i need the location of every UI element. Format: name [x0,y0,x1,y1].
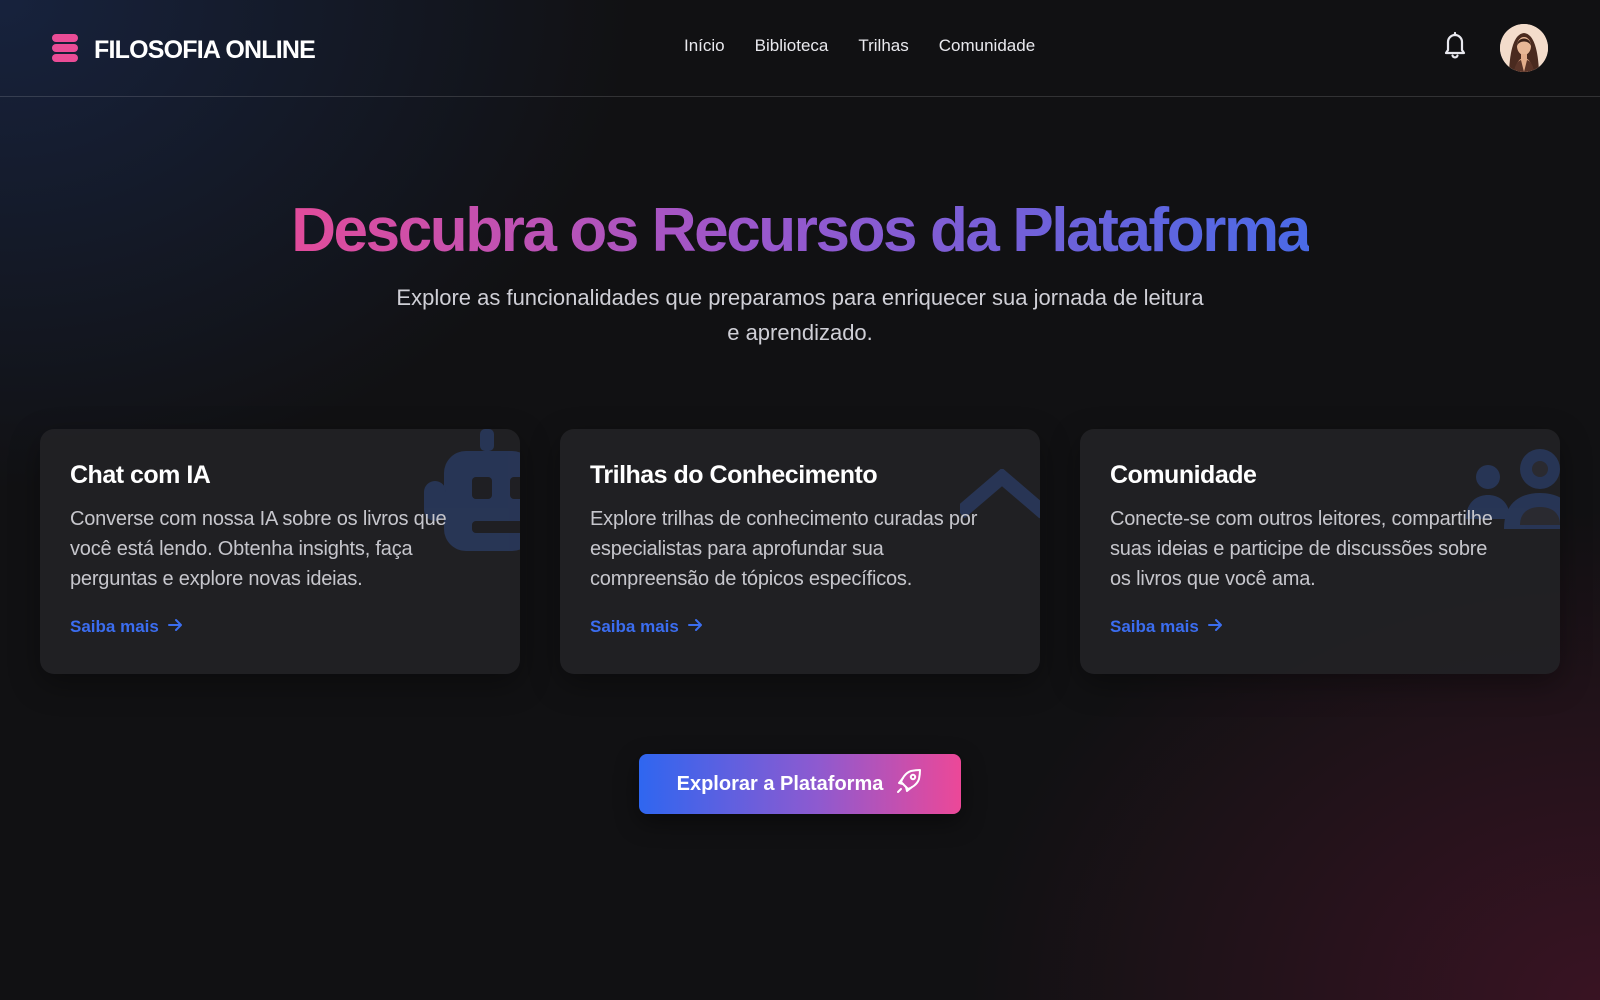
saiba-mais-label: Saiba mais [70,617,159,636]
feature-title: Chat com IA [70,461,211,489]
feature-card-comunidade: Comunidade Conecte-se com outros leitore… [1080,429,1560,674]
cta-label: Explorar a Plataforma [676,772,884,795]
feature-card-chat-ia: Chat com IA Converse com nossa IA sobre … [40,429,520,674]
hero-subtitle: Explore as funcionalidades que preparamo… [396,285,1204,345]
top-navbar: FILOSOFIA ONLINE Início Biblioteca Trilh… [0,0,1600,97]
user-avatar[interactable] [1500,24,1548,72]
nav-item-inicio[interactable]: Início [684,36,725,56]
nav-item-comunidade[interactable]: Comunidade [939,36,1035,56]
explore-platform-button[interactable]: Explorar a Plataforma [639,754,961,814]
rocket-icon [895,767,923,801]
hero-title: Descubra os Recursos da Plataforma [291,196,1311,265]
feature-description: Converse com nossa IA sobre os livros qu… [70,508,447,590]
brand-name: FILOSOFIA ONLINE [94,36,316,64]
nav-item-trilhas[interactable]: Trilhas [858,36,908,56]
feature-card-trilhas: Trilhas do Conhecimento Explore trilhas … [560,429,1040,674]
brand[interactable]: FILOSOFIA ONLINE [52,34,316,67]
bell-icon[interactable] [1442,30,1468,60]
saiba-mais-link[interactable]: Saiba mais [70,617,183,637]
arrow-right-icon [167,617,183,637]
feature-title: Comunidade [1110,461,1257,489]
saiba-mais-label: Saiba mais [1110,617,1199,636]
feature-title: Trilhas do Conhecimento [590,461,878,489]
stacked-layers-icon [52,34,78,67]
feature-description: Explore trilhas de conhecimento curadas … [590,508,978,590]
arrow-right-icon [1207,617,1223,637]
main-nav: Início Biblioteca Trilhas Comunidade [684,36,1035,56]
feature-description: Conecte-se com outros leitores, comparti… [1110,508,1493,590]
nav-item-biblioteca[interactable]: Biblioteca [755,36,829,56]
saiba-mais-link[interactable]: Saiba mais [590,617,703,637]
saiba-mais-link[interactable]: Saiba mais [1110,617,1223,637]
saiba-mais-label: Saiba mais [590,617,679,636]
arrow-right-icon [687,617,703,637]
